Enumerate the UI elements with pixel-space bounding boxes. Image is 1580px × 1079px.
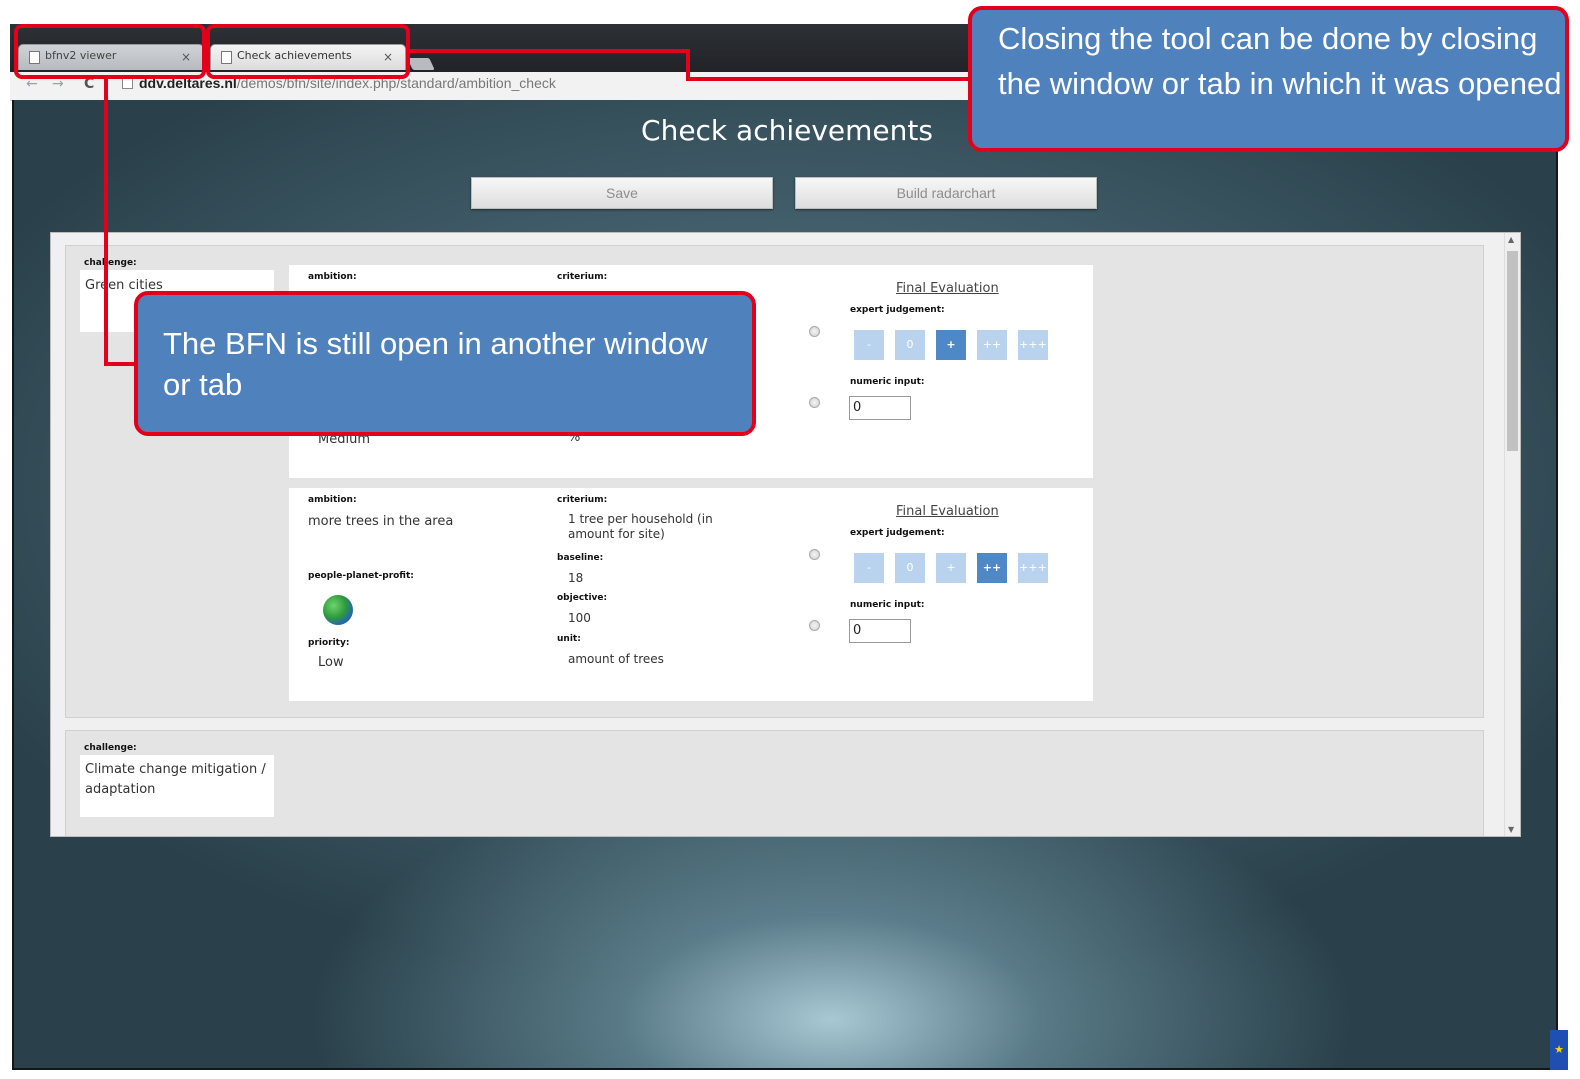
expert-judgement-radio[interactable]: [809, 549, 820, 560]
save-button[interactable]: Save: [471, 177, 773, 209]
close-tool-callout: Closing the tool can be done by closing …: [968, 6, 1569, 152]
bfn-open-callout: The BFN is still open in another window …: [134, 291, 756, 436]
criterium-label: criterium:: [557, 272, 608, 282]
judgement-zero-button[interactable]: 0: [895, 553, 925, 583]
callout-connector: [686, 77, 972, 81]
eu-flag-icon: ★: [1550, 1030, 1568, 1070]
judgement-minus-button[interactable]: -: [854, 330, 884, 360]
challenge-name: Climate change mitigation / adaptation: [85, 762, 266, 797]
ambition-label: ambition:: [308, 272, 357, 282]
priority-label: priority:: [308, 638, 350, 648]
build-radarchart-button[interactable]: Build radarchart: [795, 177, 1097, 209]
final-evaluation-link[interactable]: Final Evaluation: [896, 504, 999, 519]
numeric-input-field[interactable]: 0: [849, 619, 911, 643]
judgement-zero-button[interactable]: 0: [895, 330, 925, 360]
scroll-down-icon[interactable]: ▼: [1508, 825, 1514, 834]
challenge-name-box: Climate change mitigation / adaptation: [80, 755, 274, 817]
expert-judgement-label: expert judgement:: [850, 305, 945, 315]
callout-connector: [104, 77, 108, 366]
priority-value: Low: [318, 655, 344, 670]
tab-highlight-check: [206, 24, 410, 79]
expert-judgement-radio[interactable]: [809, 326, 820, 337]
numeric-input-label: numeric input:: [850, 600, 925, 610]
challenge-label: challenge:: [84, 743, 137, 753]
objective-value: 100: [568, 611, 591, 625]
unit-value: amount of trees: [568, 652, 664, 666]
criterium-value: 1 tree per household (in amount for site…: [568, 512, 713, 541]
ambition-card: ambition: more trees in the area people-…: [289, 488, 1093, 701]
callout-connector: [104, 362, 138, 366]
numeric-input-field[interactable]: 0: [849, 396, 911, 420]
expert-judgement-label: expert judgement:: [850, 528, 945, 538]
numeric-input-label: numeric input:: [850, 377, 925, 387]
judgement-plusplusplus-button[interactable]: +++: [1018, 330, 1048, 360]
panel-scrollbar[interactable]: ▲ ▼: [1504, 233, 1520, 836]
criterium-label: criterium:: [557, 495, 608, 505]
judgement-minus-button[interactable]: -: [854, 553, 884, 583]
judgement-plus-button[interactable]: +: [936, 553, 966, 583]
challenge-label: challenge:: [84, 258, 137, 268]
page-viewport: Check achievements Save Build radarchart…: [12, 100, 1558, 1070]
judgement-plusplus-button[interactable]: ++: [977, 330, 1007, 360]
final-evaluation-link[interactable]: Final Evaluation: [896, 281, 999, 296]
unit-label: unit:: [557, 634, 581, 644]
scroll-thumb[interactable]: [1507, 251, 1518, 451]
baseline-label: baseline:: [557, 553, 604, 563]
globe-icon: [323, 595, 353, 625]
objective-label: objective:: [557, 593, 608, 603]
callout-connector: [408, 49, 688, 53]
judgement-plus-button[interactable]: +: [936, 330, 966, 360]
scroll-up-icon[interactable]: ▲: [1508, 235, 1514, 244]
ppp-label: people-planet-profit:: [308, 571, 414, 581]
judgement-plusplusplus-button[interactable]: +++: [1018, 553, 1048, 583]
baseline-value: 18: [568, 571, 584, 585]
judgement-plusplus-button[interactable]: ++: [977, 553, 1007, 583]
tab-highlight-bfnv2: [14, 24, 206, 79]
numeric-input-radio[interactable]: [809, 620, 820, 631]
ambition-label: ambition:: [308, 495, 357, 505]
ambition-value: more trees in the area: [308, 514, 454, 529]
challenge-section: challenge: Climate change mitigation / a…: [65, 730, 1484, 836]
numeric-input-radio[interactable]: [809, 397, 820, 408]
